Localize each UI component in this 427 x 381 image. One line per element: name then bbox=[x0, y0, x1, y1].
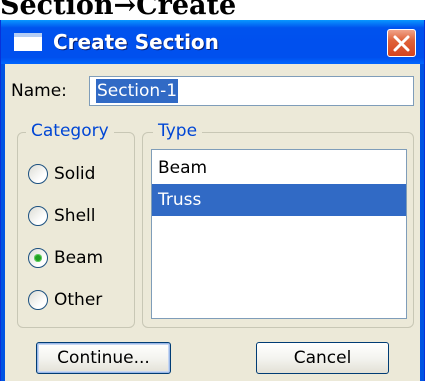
dialog-body: Name: Section-1 Category Solid Shell Bea… bbox=[5, 64, 420, 381]
type-legend: Type bbox=[153, 119, 203, 143]
name-value: Section-1 bbox=[96, 79, 179, 103]
radio-label-other: Other bbox=[54, 290, 103, 310]
category-legend: Category bbox=[26, 119, 114, 143]
cancel-button[interactable]: Cancel bbox=[256, 342, 389, 374]
radio-label-beam: Beam bbox=[54, 248, 104, 268]
name-input[interactable]: Section-1 bbox=[89, 76, 414, 106]
window-icon bbox=[14, 33, 42, 51]
radio-other[interactable]: Other bbox=[28, 287, 102, 313]
continue-button[interactable]: Continue... bbox=[36, 342, 171, 374]
radio-beam[interactable]: Beam bbox=[28, 245, 103, 271]
title-bar[interactable]: Create Section bbox=[1, 20, 424, 64]
type-list[interactable]: Beam Truss bbox=[151, 149, 407, 319]
category-group: Category Solid Shell Beam Other bbox=[17, 119, 135, 328]
create-section-dialog: Create Section Name: Section-1 Category … bbox=[0, 20, 425, 381]
close-button[interactable] bbox=[387, 29, 416, 57]
radio-selected-dot bbox=[34, 254, 42, 262]
radio-icon bbox=[28, 290, 48, 310]
dialog-title: Create Section bbox=[53, 30, 219, 54]
type-list-item-truss[interactable]: Truss bbox=[152, 184, 406, 216]
close-icon bbox=[393, 35, 410, 51]
radio-label-solid: Solid bbox=[54, 164, 96, 184]
radio-label-shell: Shell bbox=[54, 206, 96, 226]
type-list-item-beam[interactable]: Beam bbox=[152, 152, 406, 184]
radio-solid[interactable]: Solid bbox=[28, 161, 95, 187]
type-group: Type Beam Truss bbox=[142, 119, 414, 328]
radio-icon bbox=[28, 164, 48, 184]
name-label: Name: bbox=[11, 81, 67, 101]
radio-icon bbox=[28, 206, 48, 226]
radio-shell[interactable]: Shell bbox=[28, 203, 95, 229]
radio-icon bbox=[28, 248, 48, 268]
